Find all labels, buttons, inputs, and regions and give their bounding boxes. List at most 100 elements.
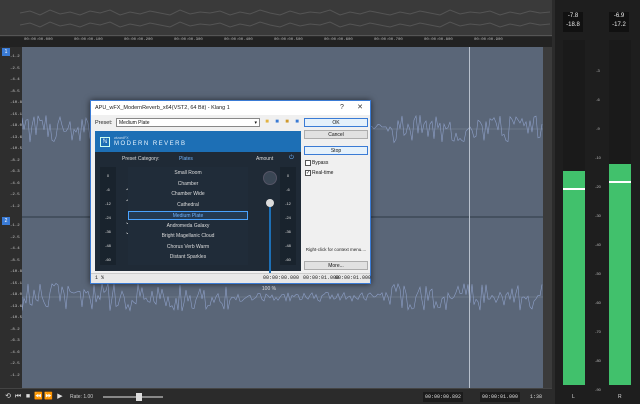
preset-list-item[interactable]: Chamber Wide [128,190,248,199]
plugin-logo-icon: ℕ [100,137,110,147]
scale-label: -13.6 [10,304,23,309]
input-meter: 0 -6 -12 -24 -36 -48 -60 [100,167,116,265]
meter-tick-label: 0 [286,173,290,178]
scale-label: -4.6 [10,350,20,355]
ruler-tick: 00:00:00.000 [24,38,53,42]
context-hint: Right-click for context menu.... [305,247,367,252]
preset-list[interactable]: Small Room Chamber Chamber Wide Cathedral Me… [128,167,248,265]
ruler-tick: 00:00:00.200 [124,38,153,42]
left-meter-bar [563,40,585,385]
overview-waveform[interactable] [0,0,552,36]
reverb-dialog: APU_wFX_ModernReverb_x64(VST2, 64 Bit) -… [90,100,372,292]
prev-icon[interactable]: ⏪ [34,393,43,401]
ok-button[interactable]: OK [304,118,368,127]
status-time-2: 00:00:01.000 [303,275,340,281]
open-folder-icon[interactable]: ■ [263,118,271,127]
channel-2-badge[interactable]: 2 [2,217,10,225]
rate-slider[interactable] [103,396,163,398]
power-icon[interactable]: ⏻ [288,155,295,162]
scale-label: -8.5 [10,258,20,263]
meter-scale-label: -30 [595,213,601,218]
meter-tick-label: -12 [285,201,291,206]
meter-tick-label: -60 [105,257,111,262]
meter-tick-label: -6 [106,187,110,192]
right-peak-display[interactable]: -6.9 -17.2 [609,12,629,32]
bypass-box [305,159,311,166]
preset-list-item[interactable]: Medium Plate [128,211,248,220]
scale-label: -13.6 [10,135,23,140]
scale-label: -10.8 [10,270,23,274]
amount-knob[interactable] [263,171,277,185]
preset-list-item[interactable]: Cathedral [128,201,248,210]
ruler-tick: 00:00:00.600 [324,38,353,42]
preset-list-item[interactable]: Bright Magellanic Cloud [128,232,248,241]
scale-label: -1.2 [10,224,20,228]
status-time-3: 00:00:01.000 [335,275,372,281]
right-channel-label: R [618,394,622,400]
save-icon[interactable]: ■ [273,118,281,127]
status-time-1: 00:00:00.000 [263,275,300,281]
preset-list-item[interactable]: Distant Sparkles [128,253,248,262]
rate-slider-knob[interactable] [136,393,142,401]
more-button[interactable]: More... [304,261,368,270]
stop-button[interactable]: Stop [304,146,368,155]
ruler-tick: 00:00:00.100 [74,38,103,42]
scale-label: -6.3 [10,170,20,174]
scale-label: -1.2 [10,373,20,378]
preset-list-item[interactable]: Small Room [128,169,248,178]
meter-scale-label: -10 [595,155,601,160]
preset-list-item[interactable]: Chamber [128,180,248,189]
realtime-box: ✓ [305,169,311,176]
next-icon[interactable]: ⏩ [44,393,53,401]
timeline-ruler[interactable]: 00:00:00.000 00:00:00.100 00:00:00.200 0… [0,37,552,47]
category-label: Preset Category: [122,156,160,162]
bypass-label: Bypass [312,160,329,166]
scale-label: -1.2 [10,55,20,59]
stop-icon[interactable]: ■ [24,393,32,401]
plugin-header: ℕ wizardFX MODERN REVERB [95,131,301,152]
progress-percent: 1 % [95,275,105,281]
rewind-icon[interactable]: ⏮ [14,393,22,401]
dialog-titlebar[interactable]: APU_wFX_ModernReverb_x64(VST2, 64 Bit) -… [91,101,370,115]
meter-scale-label: -3 [596,68,600,73]
preset-list-item[interactable]: Andromeda Galaxy [128,222,248,231]
preset-dropdown[interactable]: Medium Plate ▾ [116,118,260,127]
close-icon[interactable]: ✕ [353,101,367,115]
selection-start-time[interactable]: 00:00:00.892 [423,392,464,402]
channel-1-badge[interactable]: 1 [2,48,10,56]
bypass-checkbox[interactable]: Bypass [305,159,367,167]
right-meter-bar [609,40,631,385]
scale-label: -10.8 [10,101,23,105]
vertical-scrollbar[interactable] [543,47,552,388]
scale-label: -8.5 [10,89,20,94]
amount-slider-track[interactable] [269,201,271,276]
preset-settings-icon[interactable]: ■ [293,118,301,127]
meter-scale-label: -80 [595,358,601,363]
meter-tick-label: -36 [105,229,111,234]
play-icon[interactable]: ▶ [56,393,64,401]
cancel-button[interactable]: Cancel [304,130,368,139]
scale-label: -4.4 [10,78,20,82]
category-value[interactable]: Plates [179,156,193,162]
loop-icon[interactable]: ⟲ [4,393,12,401]
playback-cursor[interactable] [469,47,470,388]
left-peak-a: -7.8 [567,13,579,19]
scale-label: -18.0 [10,293,23,297]
output-meter: 0 -6 -12 -24 -36 -48 -60 [280,167,296,265]
save-as-icon[interactable]: ■ [283,118,291,127]
amount-slider-knob[interactable] [266,199,274,207]
amount-label: Amount [256,156,274,162]
left-peak-display[interactable]: -7.8 -18.8 [563,12,583,32]
selection-end-time[interactable]: 00:00:01.000 [480,392,521,402]
preset-list-item[interactable]: Chorus Verb Warm [128,243,248,252]
meter-tick-label: -6 [286,187,290,192]
scale-label: -4.6 [10,181,20,186]
scale-label: -10.5 [10,316,23,320]
help-icon[interactable]: ? [335,101,349,115]
right-peak-a: -6.9 [613,13,625,19]
realtime-checkbox[interactable]: ✓ Real-time [305,169,367,177]
ruler-tick: 00:00:00.700 [374,38,403,42]
plugin-gui: ℕ wizardFX MODERN REVERB Preset Category… [95,131,301,292]
right-meter-fill [609,164,631,385]
meter-tick-label: 0 [106,173,110,178]
